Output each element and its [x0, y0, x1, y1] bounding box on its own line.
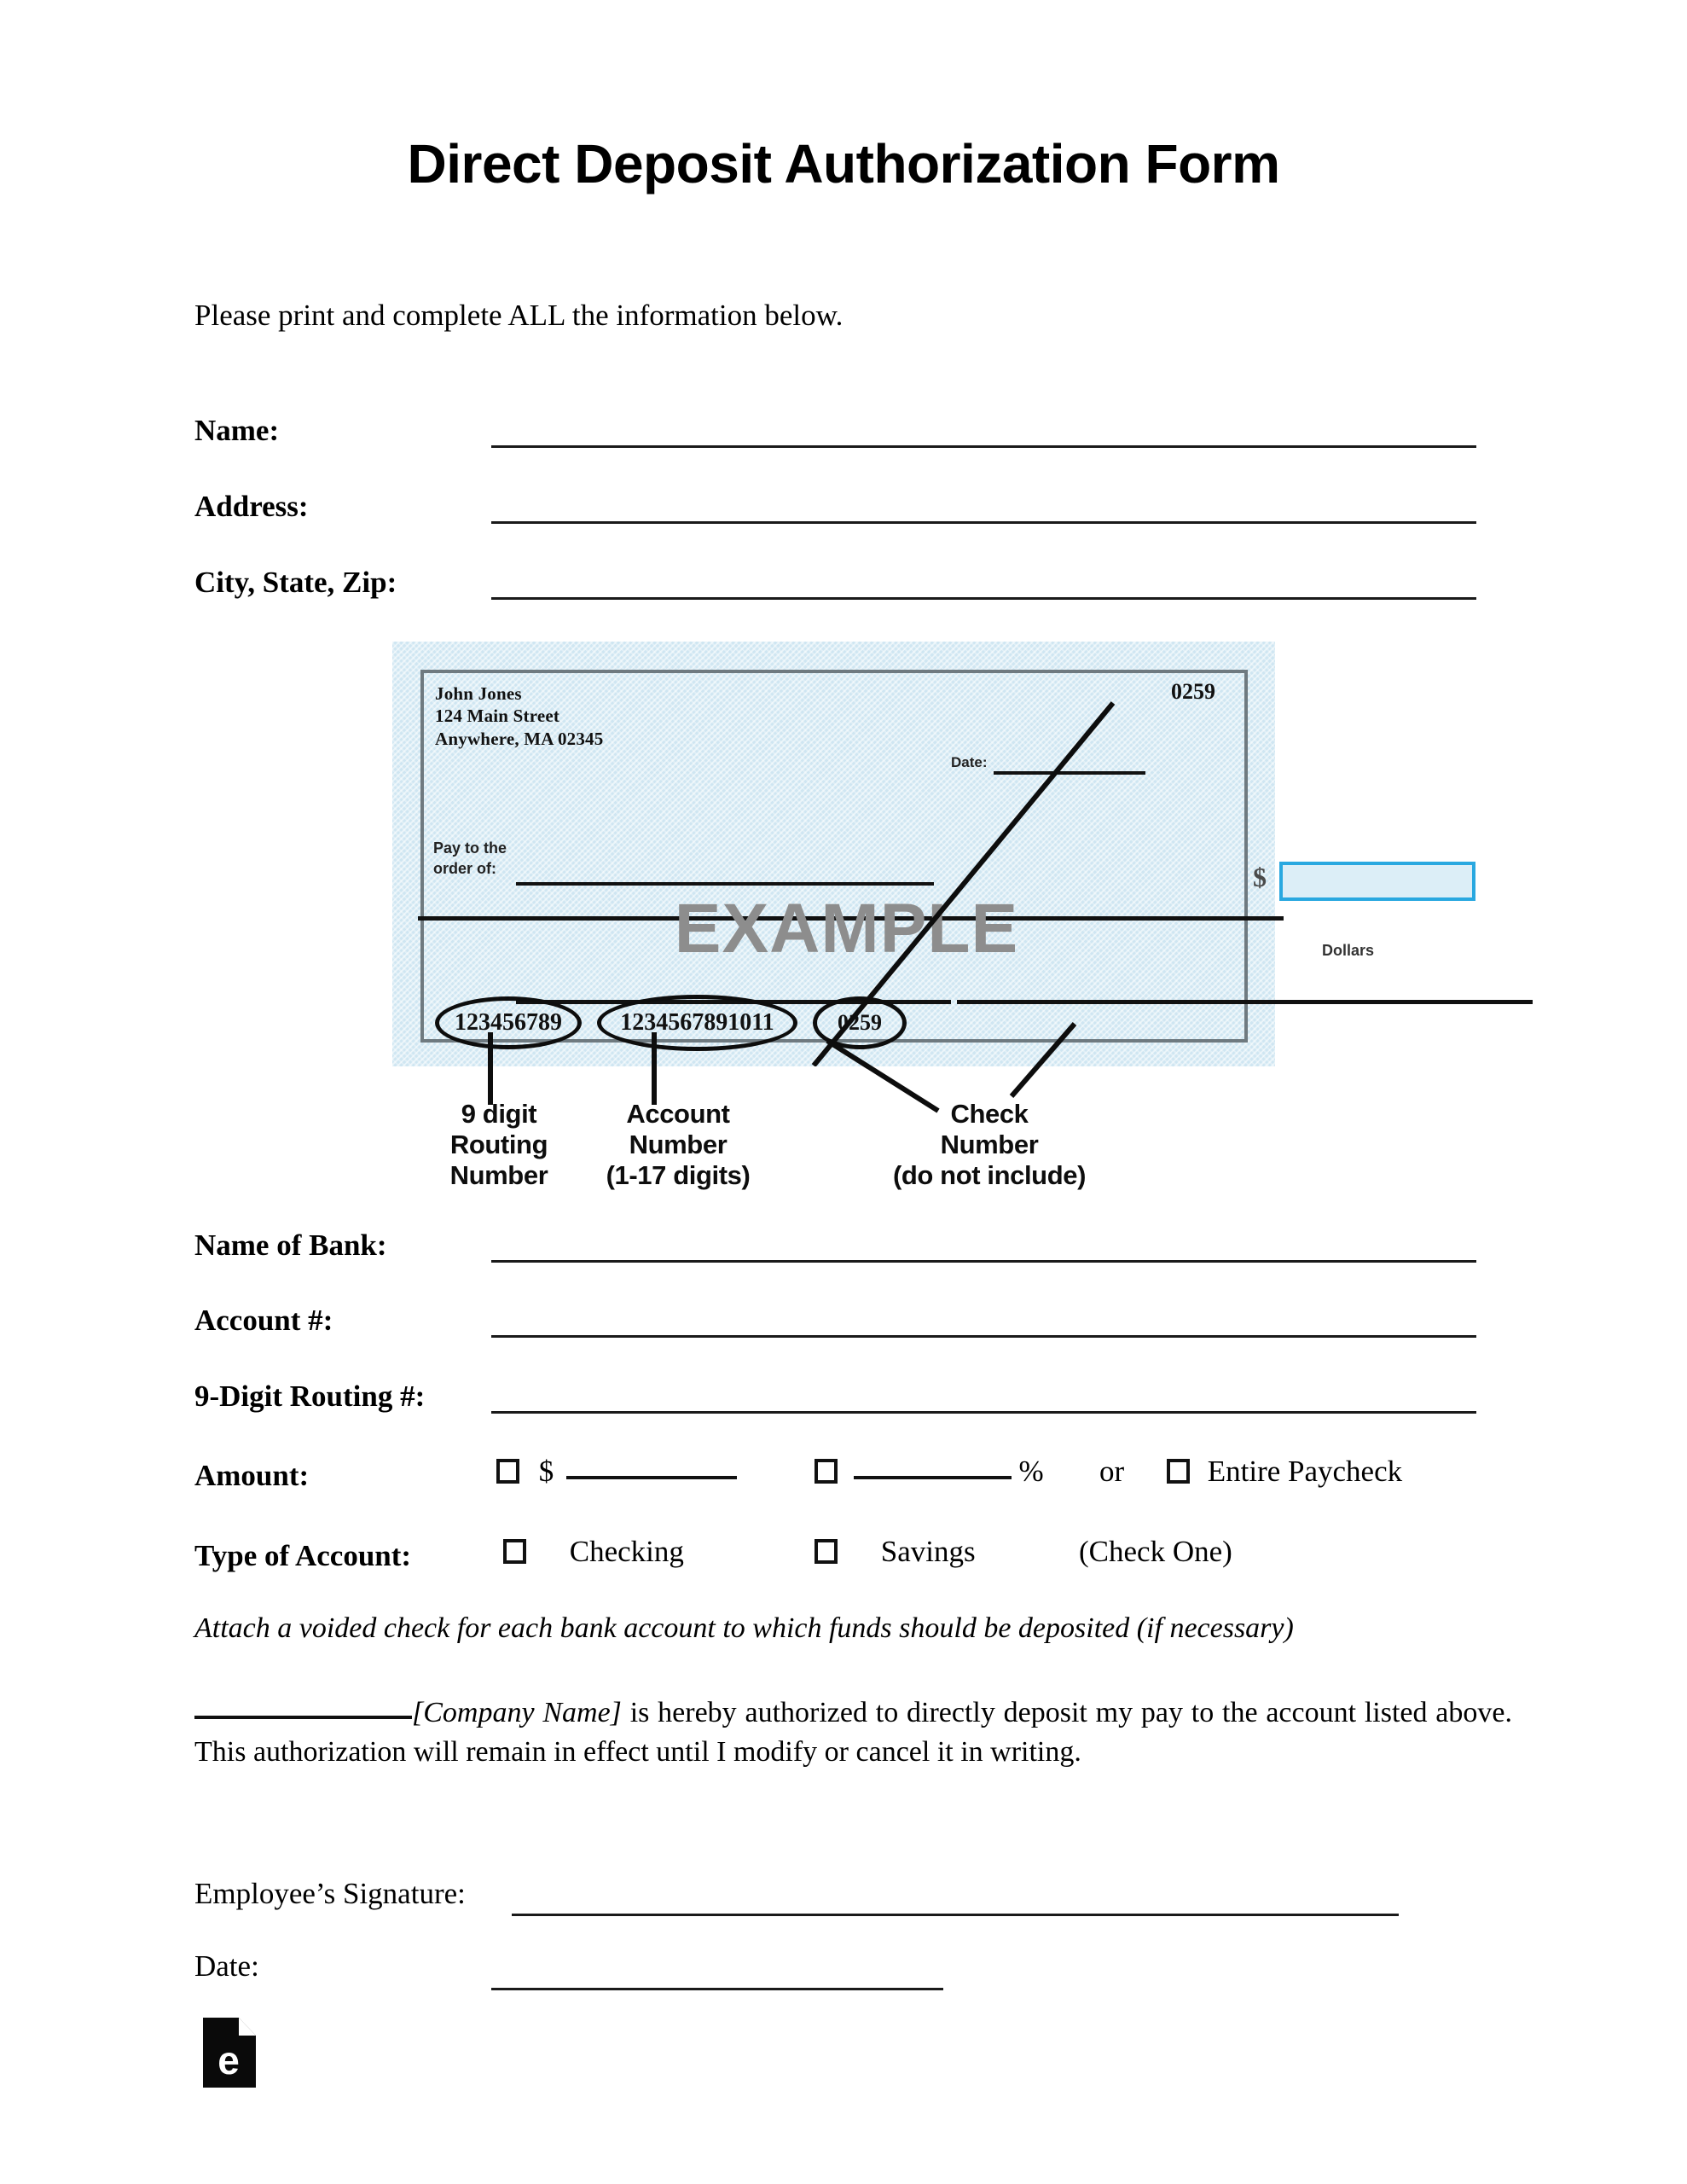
eforms-logo: e [203, 2018, 256, 2088]
amount-dollar-sign: $ [538, 1455, 554, 1488]
check-amount-box [1279, 862, 1475, 901]
name-input-line[interactable] [491, 445, 1476, 448]
field-row-account-number: Account #: [194, 1304, 333, 1338]
check-payto-label: Pay to the order of: [433, 838, 507, 880]
address-label: Address: [194, 490, 309, 523]
field-row-name: Name: [194, 414, 279, 448]
account-number-label: Account #: [194, 1304, 333, 1337]
check-date-label: Date: [951, 754, 988, 770]
address-input-line[interactable] [491, 521, 1476, 524]
amount-percent-checkbox[interactable] [815, 1459, 838, 1484]
callout-account-line-1: Account [626, 1099, 730, 1129]
city-state-zip-input-line[interactable] [491, 597, 1476, 600]
check-signature-line [957, 1000, 1533, 1004]
account-type-savings-option: Savings [815, 1535, 976, 1569]
amount-dollar-blank[interactable] [566, 1476, 737, 1479]
amount-entire-paycheck-option: Entire Paycheck [1167, 1455, 1402, 1489]
field-row-amount: Amount: [194, 1459, 309, 1493]
signature-row: Employee’s Signature: [194, 1877, 466, 1911]
callout-check-number: Check Number (do not include) [857, 1099, 1122, 1191]
account-type-label: Type of Account: [194, 1539, 412, 1572]
date-label: Date: [194, 1949, 259, 1983]
callout-account-number: Account Number (1-17 digits) [559, 1099, 797, 1191]
check-dollars-label: Dollars [1322, 942, 1375, 959]
routing-number-label: 9-Digit Routing #: [194, 1380, 426, 1413]
field-row-bank-name: Name of Bank: [194, 1228, 387, 1263]
amount-dollar-checkbox[interactable] [496, 1459, 519, 1484]
example-watermark: EXAMPLE [674, 890, 1019, 967]
bank-name-input-line[interactable] [491, 1260, 1476, 1263]
bank-name-label: Name of Bank: [194, 1228, 387, 1262]
savings-label: Savings [880, 1535, 976, 1568]
signature-label: Employee’s Signature: [194, 1877, 466, 1910]
entire-paycheck-checkbox[interactable] [1167, 1459, 1190, 1484]
document-icon: e [203, 2018, 256, 2088]
company-name-blank[interactable] [194, 1716, 412, 1719]
authorization-paragraph: [Company Name] is hereby authorized to d… [194, 1693, 1512, 1772]
amount-dollar-option: $ [496, 1455, 737, 1489]
field-row-account-type: Type of Account: [194, 1539, 411, 1573]
field-row-routing-number: 9-Digit Routing #: [194, 1380, 425, 1414]
amount-label: Amount: [194, 1459, 310, 1492]
payer-city-state-zip: Anywhere, MA 02345 [435, 728, 604, 749]
check-number-top-right: 0259 [1171, 679, 1215, 704]
company-name-placeholder: [Company Name] [412, 1697, 622, 1728]
voided-check-note: Attach a voided check for each bank acco… [194, 1612, 1294, 1644]
check-date-line [994, 771, 1145, 775]
savings-checkbox[interactable] [815, 1539, 838, 1564]
routing-number-input-line[interactable] [491, 1411, 1476, 1414]
page-title: Direct Deposit Authorization Form [407, 133, 1280, 195]
name-label: Name: [194, 414, 280, 447]
signature-input-line[interactable] [512, 1914, 1399, 1916]
callout-account-line-3: (1-17 digits) [606, 1159, 751, 1190]
check-payee-line [516, 882, 934, 886]
account-type-checking-option: Checking [503, 1535, 684, 1569]
field-row-city-state-zip: City, State, Zip: [194, 566, 397, 600]
payto-line-1: Pay to the [433, 839, 507, 857]
amount-or-text: or [1099, 1455, 1125, 1488]
date-input-line[interactable] [491, 1988, 943, 1990]
payer-street: 124 Main Street [435, 706, 560, 727]
amount-percent-blank[interactable] [853, 1476, 1012, 1479]
check-payer-address: John Jones 124 Main Street Anywhere, MA … [435, 682, 603, 750]
callout-check-line-2: Number [940, 1129, 1039, 1159]
check-one-hint: (Check One) [1079, 1535, 1232, 1568]
sample-check-illustration: John Jones 124 Main Street Anywhere, MA … [392, 642, 1533, 1066]
payto-line-2: order of: [433, 860, 496, 878]
entire-paycheck-label: Entire Paycheck [1207, 1455, 1403, 1488]
account-number-input-line[interactable] [491, 1335, 1476, 1338]
checking-checkbox[interactable] [503, 1539, 526, 1564]
date-row: Date: [194, 1949, 259, 1984]
intro-text: Please print and complete ALL the inform… [194, 299, 844, 332]
svg-text:e: e [217, 2038, 240, 2082]
amount-percent-option: % [815, 1455, 1044, 1489]
document-page: Direct Deposit Authorization Form Please… [0, 0, 1687, 2184]
callout-account-line-2: Number [629, 1129, 728, 1159]
checking-label: Checking [569, 1535, 684, 1568]
callout-check-line-3: (do not include) [892, 1159, 1087, 1190]
field-row-address: Address: [194, 490, 309, 524]
amount-percent-sign: % [1018, 1455, 1044, 1488]
payer-name: John Jones [435, 683, 522, 704]
callout-check-line-1: Check [950, 1099, 1029, 1129]
city-state-zip-label: City, State, Zip: [194, 566, 397, 599]
authorization-body: is hereby authorized to directly deposit… [194, 1697, 1512, 1768]
